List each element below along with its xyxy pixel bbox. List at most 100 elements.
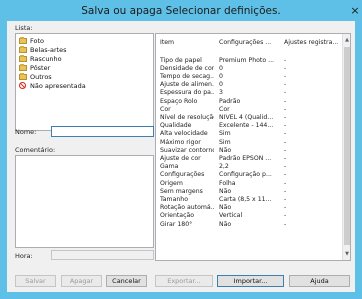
list-item-foto[interactable]: Foto (19, 36, 44, 45)
setting-value: Premium Photo ... (219, 56, 275, 64)
setting-item: Espessura do pa... (160, 89, 214, 97)
table-row[interactable]: Tamanho Carta (8,5 x 11... - (156, 195, 343, 203)
setting-item: Densidade de cor (160, 64, 214, 72)
list-item-poster[interactable]: Pôster (19, 63, 50, 72)
list-item-label: Belas-artes (30, 45, 67, 54)
close-icon[interactable]: × (348, 0, 362, 21)
save-button[interactable]: Salvar (15, 275, 56, 287)
setting-item: Sem margens (160, 187, 203, 195)
comment-label: Comentário: (15, 146, 56, 154)
time-field (51, 250, 154, 260)
setting-value: Sim (219, 130, 231, 138)
table-row[interactable]: Origem Folha - (156, 179, 343, 187)
setting-value: Padrão EPSON ... (219, 154, 272, 162)
setting-item: Tempo de secag... (160, 72, 214, 80)
time-label: Hora: (15, 252, 33, 260)
table-row[interactable]: Suavizar contornos Não - (156, 146, 343, 154)
import-button[interactable]: Importar... (217, 275, 284, 287)
setting-item: Tamanho (160, 195, 188, 203)
table-row[interactable]: Girar 180° Não - (156, 220, 343, 228)
setting-item: Orientação (160, 212, 195, 220)
list-label: Lista: (15, 24, 33, 32)
registered-adjustment: - (284, 89, 287, 97)
column-header-settings[interactable]: Configurações ... (219, 39, 277, 46)
delete-button[interactable]: Apagar (61, 275, 102, 287)
title-bar[interactable]: Salva ou apaga Selecionar definições. × (0, 0, 362, 21)
table-row[interactable]: Rotação automá... Não - (156, 204, 343, 212)
registered-adjustment: - (284, 122, 287, 130)
setting-value: Folha (219, 179, 236, 187)
setting-item: Ajuste de cor (160, 154, 201, 162)
setting-value: 2,2 (219, 163, 229, 171)
setting-value: Configuração p... (219, 171, 272, 179)
table-row[interactable]: Espaço Rolo Padrão - (156, 97, 343, 105)
registered-adjustment: - (284, 105, 287, 113)
scrollbar-thumb[interactable] (344, 47, 350, 245)
registered-adjustment: - (284, 220, 287, 228)
table-row[interactable]: Cor Cor - (156, 105, 343, 113)
list-item-rascunho[interactable]: Rascunho (19, 54, 62, 63)
table-row[interactable]: Ajuste de cor Padrão EPSON ... - (156, 154, 343, 162)
list-item-label: Outros (30, 72, 52, 81)
name-input[interactable] (51, 126, 154, 137)
setting-item: Ajuste de alimen... (160, 81, 214, 89)
registered-adjustment: - (284, 204, 287, 212)
table-row[interactable]: Alta velocidade Sim - (156, 130, 343, 138)
setting-value: 0 (219, 64, 223, 72)
table-row[interactable]: Tipo de papel Premium Photo ... - (156, 56, 343, 64)
column-header-registered[interactable]: Ajustes registra... (284, 39, 343, 46)
scroll-up-icon[interactable]: ▲ (343, 36, 350, 44)
setting-item: Rotação automá... (160, 204, 214, 212)
setting-value: 3 (219, 89, 223, 97)
setting-value: Não (219, 187, 232, 195)
setting-value: Vertical (219, 212, 243, 220)
registered-adjustment: - (284, 81, 287, 89)
setting-value: Padrão (219, 97, 241, 105)
table-row[interactable]: Máximo rigor Sim - (156, 138, 343, 146)
setting-value: Não (219, 204, 232, 212)
table-row[interactable]: Ajuste de alimen... 0 - (156, 81, 343, 89)
list-item-label: Pôster (30, 63, 51, 72)
settings-table[interactable]: Item Configurações ... Ajustes registra.… (155, 33, 351, 261)
folder-icon (19, 72, 27, 80)
table-row[interactable]: Espessura do pa... 3 - (156, 89, 343, 97)
registered-adjustment: - (284, 113, 287, 121)
registered-adjustment: - (284, 154, 287, 162)
table-row[interactable]: Configurações Configuração p... - (156, 171, 343, 179)
setting-item: Nível de resolução (160, 113, 214, 121)
setting-item: Máximo rigor (160, 138, 201, 146)
export-button[interactable]: Exportar... (155, 275, 213, 287)
setting-item: Qualidade (160, 122, 192, 130)
list-item-outros[interactable]: Outros (19, 72, 52, 81)
table-row[interactable]: Orientação Vertical - (156, 212, 343, 220)
column-header-item[interactable]: Item (160, 39, 214, 46)
list-item-nao-apresentada[interactable]: Não apresentada (19, 81, 86, 90)
table-row[interactable]: Sem margens Não - (156, 187, 343, 195)
setting-value: 0 (219, 81, 223, 89)
dialog-window: Salva ou apaga Selecionar definições. × … (0, 0, 362, 299)
registered-adjustment: - (284, 171, 287, 179)
setting-value: NÍVEL 4 (Qualid... (219, 113, 274, 121)
setting-item: Espaço Rolo (160, 97, 198, 105)
table-row[interactable]: Gama 2,2 - (156, 163, 343, 171)
folder-icon (19, 54, 27, 62)
setting-item: Suavizar contornos (160, 146, 214, 154)
vertical-scrollbar[interactable]: ▲ ▼ (342, 34, 350, 260)
list-item-label: Rascunho (30, 54, 62, 63)
presets-list[interactable]: Foto Belas-artes Rascunho Pôster Outros … (15, 33, 154, 131)
table-row[interactable]: Densidade de cor 0 - (156, 64, 343, 72)
scroll-down-icon[interactable]: ▼ (343, 250, 350, 258)
setting-value: Não (219, 146, 232, 154)
registered-adjustment: - (284, 72, 287, 80)
registered-adjustment: - (284, 97, 287, 105)
comment-textarea[interactable] (15, 155, 154, 248)
table-row[interactable]: Qualidade Excelente - 144... - (156, 122, 343, 130)
table-row[interactable]: Nível de resolução NÍVEL 4 (Qualid... - (156, 113, 343, 121)
cancel-button[interactable]: Cancelar (106, 275, 147, 287)
registered-adjustment: - (284, 56, 287, 64)
setting-value: Cor (219, 105, 230, 113)
list-item-belas-artes[interactable]: Belas-artes (19, 45, 67, 54)
table-row[interactable]: Tempo de secag... 0 - (156, 72, 343, 80)
help-button[interactable]: Ajuda (289, 275, 350, 287)
setting-item: Girar 180° (160, 220, 193, 228)
